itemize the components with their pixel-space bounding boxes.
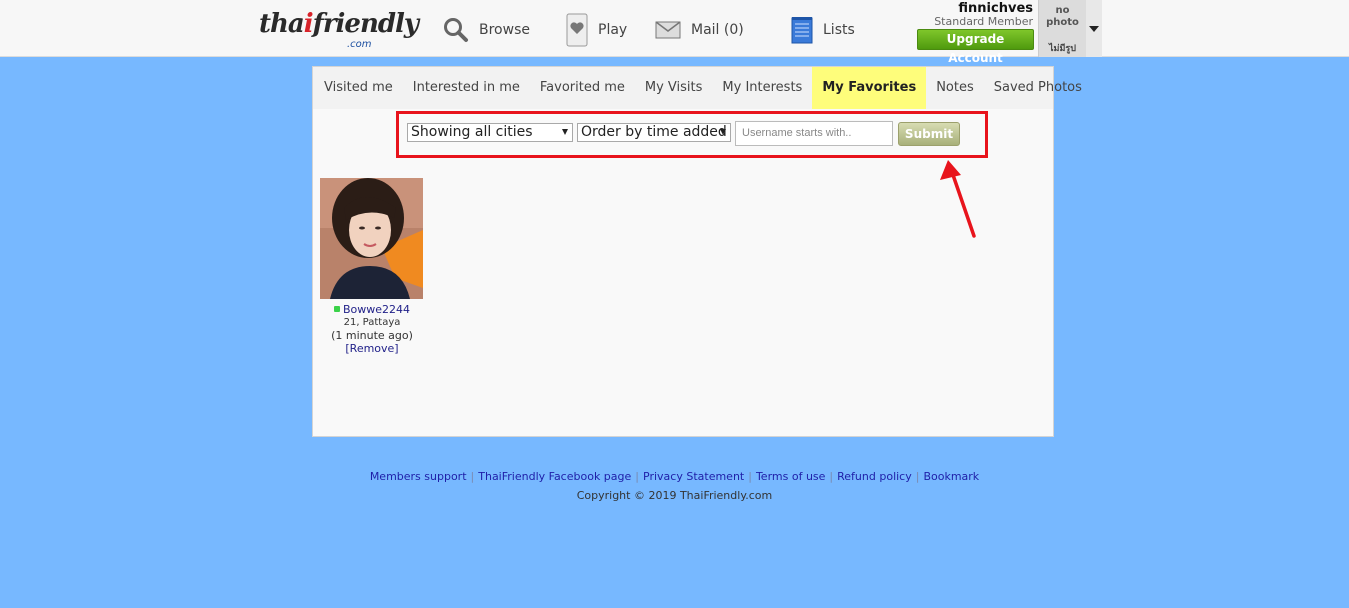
annotation-arrow-icon: [940, 160, 976, 238]
nav-play-label: Play: [598, 22, 628, 38]
tab-my-favorites[interactable]: My Favorites: [812, 67, 927, 109]
nav-mail[interactable]: Mail (0): [655, 12, 744, 48]
filter-highlight-box: Showing all cities Order by time added U…: [396, 111, 988, 158]
footer-link-members-support[interactable]: Members support: [370, 470, 467, 483]
profile-photo[interactable]: [320, 178, 423, 299]
remove-favorite-link[interactable]: [Remove]: [320, 342, 424, 355]
user-info: finnichves Standard Member: [934, 2, 1033, 28]
copyright-text: Copyright © 2019 ThaiFriendly.com: [576, 489, 773, 502]
nav-lists[interactable]: Lists: [791, 12, 855, 48]
account-menu-caret-icon[interactable]: [1086, 0, 1102, 57]
magnifier-icon: [443, 17, 469, 43]
footer-link-privacy[interactable]: Privacy Statement: [643, 470, 744, 483]
top-header: thaifriendly .com Browse Play Mail (0) L…: [0, 0, 1349, 65]
tab-my-interests[interactable]: My Interests: [712, 67, 812, 109]
thaifriendly-logo[interactable]: thaifriendly .com: [259, 5, 419, 53]
notepad-icon: [791, 16, 813, 44]
favorite-username-link[interactable]: Bowwe2244: [320, 303, 424, 316]
chevron-down-icon: [720, 129, 726, 135]
footer-link-facebook[interactable]: ThaiFriendly Facebook page: [478, 470, 631, 483]
tab-bar: Visited me Interested in me Favorited me…: [313, 67, 1082, 109]
order-select[interactable]: Order by time added: [577, 123, 731, 142]
favorite-profile-card: Bowwe2244 21, Pattaya (1 minute ago) [Re…: [320, 178, 424, 355]
chevron-down-icon: [562, 129, 568, 135]
footer-link-terms[interactable]: Terms of use: [756, 470, 825, 483]
city-select[interactable]: Showing all cities: [407, 123, 573, 142]
card-heart-icon: [566, 13, 588, 47]
favorite-age-city: 21, Pattaya: [343, 317, 401, 328]
nav-browse-label: Browse: [479, 22, 530, 38]
nav-lists-label: Lists: [823, 22, 855, 38]
submit-button[interactable]: Submit: [898, 122, 960, 146]
favorites-panel: Visited me Interested in me Favorited me…: [312, 66, 1082, 437]
tab-visited-me[interactable]: Visited me: [313, 67, 403, 109]
tab-saved-photos[interactable]: Saved Photos: [984, 67, 1092, 109]
tab-favorited-me[interactable]: Favorited me: [530, 67, 635, 109]
tab-notes[interactable]: Notes: [926, 67, 984, 109]
nav-mail-label: Mail (0): [691, 22, 744, 38]
envelope-icon: [655, 21, 681, 39]
footer-links: Members support | ThaiFriendly Facebook pa…: [369, 470, 980, 483]
nav-browse[interactable]: Browse: [443, 12, 530, 48]
footer-link-bookmark[interactable]: Bookmark: [923, 470, 979, 483]
footer-link-refund[interactable]: Refund policy: [837, 470, 912, 483]
upgrade-account-button[interactable]: Upgrade Account: [917, 29, 1034, 65]
nav-play[interactable]: Play: [566, 12, 627, 48]
username-search-input[interactable]: Username starts with..: [735, 121, 893, 146]
online-status-icon: [333, 306, 340, 312]
favorite-last-seen: (1 minute ago): [331, 329, 413, 342]
tab-my-visits[interactable]: My Visits: [635, 67, 713, 109]
tab-interested-in-me[interactable]: Interested in me: [403, 67, 530, 109]
account-username[interactable]: finnichves: [934, 2, 1033, 16]
avatar-no-photo[interactable]: no photo ไม่มีรูป: [1038, 0, 1086, 57]
member-type: Standard Member: [934, 15, 1033, 28]
